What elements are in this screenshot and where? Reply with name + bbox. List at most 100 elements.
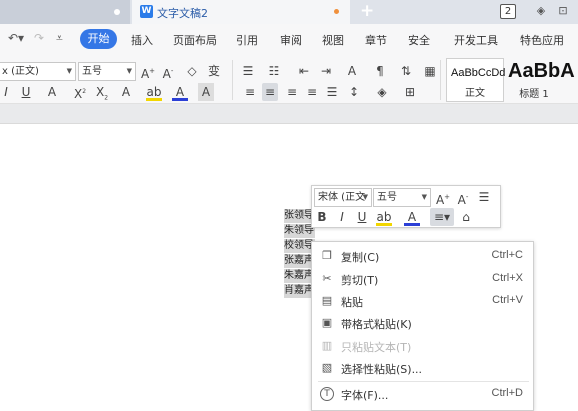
- menu-home[interactable]: 开始: [80, 29, 117, 49]
- redo-icon[interactable]: ↷: [34, 31, 44, 45]
- menu-bar: ↶▾ ↷ ⩡ 开始 插入 页面布局 引用 审阅 视图 章节 安全 开发工具 特色…: [0, 24, 578, 56]
- tab-inactive[interactable]: [0, 0, 130, 24]
- menu-featured[interactable]: 特色应用: [520, 32, 564, 48]
- paste-icon: ▤: [321, 294, 333, 307]
- paste-special-icon: ▧: [321, 361, 333, 374]
- mini-font-size-combo[interactable]: 五号 ▼: [373, 188, 431, 207]
- font-icon: T: [320, 387, 334, 401]
- mini-toolbar: 宋体 (正文 ▼ 五号 ▼ A+ A- ☰ B I U ab A ≡▾ ⌂: [311, 185, 501, 228]
- context-item-label: 剪切(T): [341, 274, 379, 287]
- window-count-badge[interactable]: 2: [500, 4, 516, 19]
- numbered-list-icon[interactable]: ☷: [266, 62, 282, 80]
- context-font[interactable]: T 字体(F)... Ctrl+D: [312, 383, 535, 405]
- highlight-color-icon[interactable]: ab: [146, 83, 162, 101]
- sort-icon[interactable]: ⇅: [398, 62, 414, 80]
- italic-icon[interactable]: I: [0, 83, 14, 101]
- cut-icon: ✂: [322, 272, 332, 285]
- context-paste-special[interactable]: ▧ 选择性粘贴(S)...: [312, 357, 535, 379]
- menu-developer[interactable]: 开发工具: [454, 32, 498, 48]
- strikethrough-icon[interactable]: A: [44, 83, 60, 101]
- grow-font-icon[interactable]: A+: [435, 188, 451, 207]
- decrease-indent-icon[interactable]: ⇤: [296, 62, 312, 80]
- superscript-icon[interactable]: X2: [72, 83, 88, 101]
- menu-page-layout[interactable]: 页面布局: [173, 32, 217, 48]
- font-name-value: x (正文): [2, 66, 39, 77]
- grow-font-icon[interactable]: A+: [140, 62, 156, 81]
- align-left-icon[interactable]: ≡: [242, 83, 258, 101]
- context-item-shortcut: Ctrl+D: [491, 387, 523, 399]
- italic-icon[interactable]: I: [334, 208, 350, 226]
- menu-view[interactable]: 视图: [322, 32, 344, 48]
- context-item-shortcut: Ctrl+V: [492, 294, 523, 306]
- font-size-combo[interactable]: 五号 ▼: [78, 62, 136, 81]
- tab-document[interactable]: W 文字文稿2: [132, 0, 350, 24]
- style-heading1-sample: AaBbA: [508, 60, 575, 82]
- menu-review[interactable]: 审阅: [280, 32, 302, 48]
- shrink-font-icon[interactable]: A-: [160, 62, 176, 81]
- justify-icon[interactable]: ≡: [304, 83, 320, 101]
- context-item-label: 复制(C): [341, 251, 380, 264]
- subscript-icon[interactable]: X2: [94, 83, 110, 101]
- tab-close-dot[interactable]: [114, 9, 120, 15]
- style-heading1[interactable]: AaBbA 标题 1: [506, 58, 578, 102]
- clear-format-icon[interactable]: ◇: [184, 62, 200, 80]
- char-shading-icon[interactable]: A: [198, 83, 214, 101]
- context-paste[interactable]: ▤ 粘贴 Ctrl+V: [312, 290, 535, 312]
- context-paste-text-only: ▥ 只粘贴文本(T): [312, 335, 535, 357]
- increase-indent-icon[interactable]: ⇥: [318, 62, 334, 80]
- tab-document-title: 文字文稿2: [157, 7, 208, 20]
- menu-insert[interactable]: 插入: [131, 32, 153, 48]
- menu-references[interactable]: 引用: [236, 32, 258, 48]
- undo-icon[interactable]: ↶▾: [8, 31, 24, 45]
- shading-icon[interactable]: ◈: [374, 83, 390, 101]
- context-cut[interactable]: ✂ 剪切(T) Ctrl+X: [312, 268, 535, 290]
- ribbon-home: x (正文) ▼ 五号 ▼ A+ A- ◇ 变 I U A X2 X2 A ab A…: [0, 56, 578, 104]
- mini-font-name-value: 宋体 (正文: [318, 192, 366, 203]
- chinese-layout-icon[interactable]: A: [344, 62, 360, 80]
- format-painter-icon[interactable]: ⌂: [458, 208, 474, 226]
- menu-security[interactable]: 安全: [408, 32, 430, 48]
- underline-icon[interactable]: U: [18, 83, 34, 101]
- line-spacing-icon[interactable]: ☰: [476, 188, 492, 206]
- line-spacing-icon[interactable]: ↕: [346, 83, 362, 101]
- context-paste-with-format[interactable]: ▣ 带格式粘贴(K): [312, 312, 535, 334]
- context-item-label: 只粘贴文本(T): [341, 341, 412, 354]
- align-right-icon[interactable]: ≡: [284, 83, 300, 101]
- paste-format-icon: ▣: [321, 316, 333, 329]
- show-marks-icon[interactable]: ¶: [372, 62, 388, 80]
- style-heading1-name: 标题 1: [519, 89, 549, 100]
- shrink-font-icon[interactable]: A-: [455, 188, 471, 207]
- align-center-icon[interactable]: ≡: [262, 83, 278, 101]
- share-icon[interactable]: ⊡: [556, 4, 570, 18]
- ruler-gap: [0, 104, 578, 124]
- ribbon-divider: [440, 60, 441, 100]
- bold-icon[interactable]: B: [314, 208, 330, 226]
- font-name-combo[interactable]: x (正文) ▼: [0, 62, 76, 81]
- highlight-color-icon[interactable]: ab: [376, 208, 392, 226]
- context-copy[interactable]: ❐ 复制(C) Ctrl+C: [312, 245, 535, 267]
- context-item-label: 选择性粘贴(S)...: [341, 363, 423, 376]
- doc-status-icon[interactable]: ◈: [534, 4, 548, 18]
- mini-font-name-combo[interactable]: 宋体 (正文 ▼: [314, 188, 372, 207]
- text-effect-icon[interactable]: A: [118, 83, 134, 101]
- bullet-list-icon[interactable]: ☰: [240, 62, 256, 80]
- tab-bar: W 文字文稿2 + 2 ◈ ⊡: [0, 0, 578, 24]
- font-color-icon[interactable]: A: [172, 83, 188, 101]
- align-center-icon[interactable]: ≡▾: [430, 208, 454, 226]
- underline-icon[interactable]: U: [354, 208, 370, 226]
- phonetic-guide-icon[interactable]: 变: [206, 62, 222, 80]
- distributed-icon[interactable]: ☰: [324, 83, 340, 101]
- new-tab-plus-icon[interactable]: +: [360, 1, 374, 21]
- borders-icon[interactable]: ⊞: [402, 83, 418, 101]
- font-color-icon[interactable]: A: [404, 208, 420, 226]
- chevron-down-icon: ▼: [126, 67, 132, 75]
- table-borders-icon[interactable]: ▦: [422, 62, 438, 80]
- menu-chapter[interactable]: 章节: [365, 32, 387, 48]
- context-menu: ❐ 复制(C) Ctrl+C ✂ 剪切(T) Ctrl+X ▤ 粘贴 Ctrl+V ▣ 带格式…: [311, 241, 534, 411]
- mini-font-size-value: 五号: [377, 192, 397, 203]
- copy-icon: ❐: [322, 249, 332, 262]
- quick-access-more-icon[interactable]: ⩡: [56, 31, 63, 46]
- context-item-shortcut: Ctrl+C: [491, 249, 523, 261]
- writer-doc-icon: W: [140, 5, 153, 18]
- context-menu-separator: [318, 381, 529, 382]
